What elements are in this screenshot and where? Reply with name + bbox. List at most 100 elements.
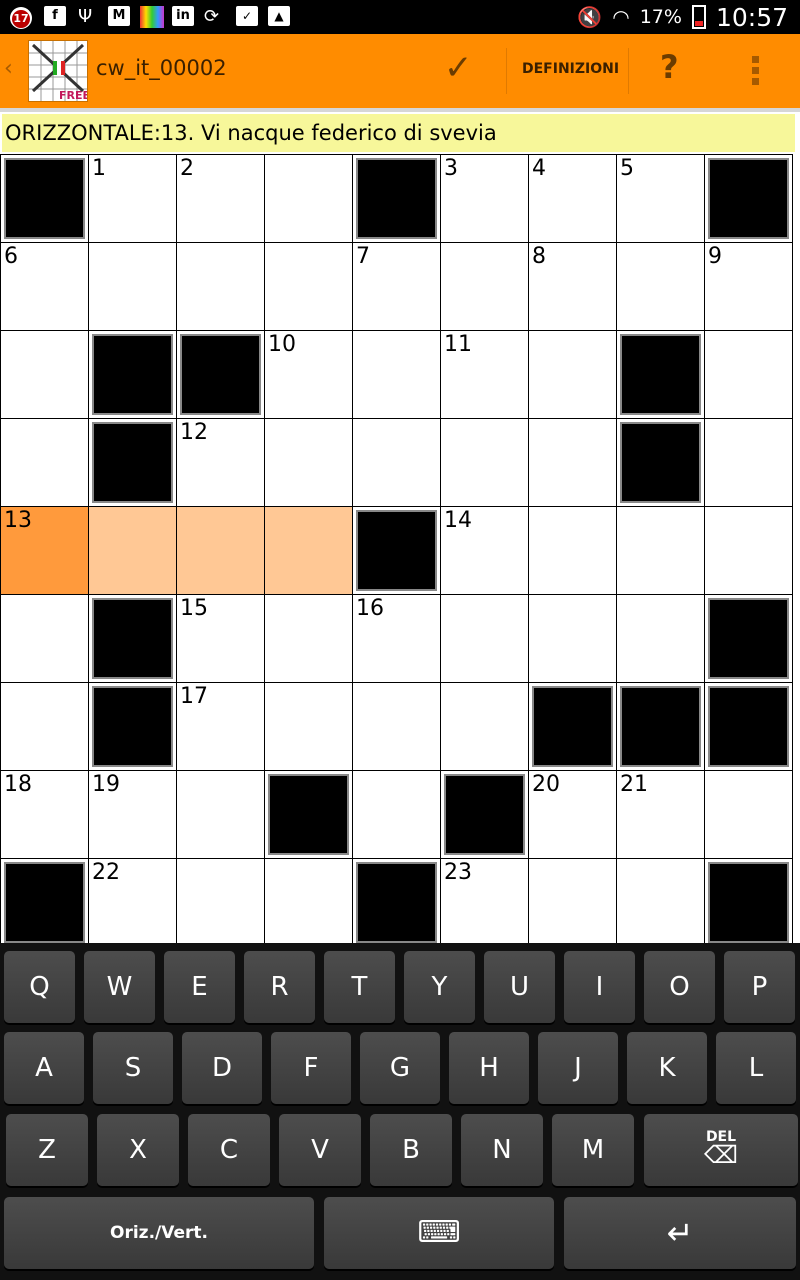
grid-cell[interactable] <box>264 594 353 683</box>
enter-key[interactable]: ↵ <box>564 1197 796 1269</box>
grid-cell[interactable]: 10 <box>264 330 353 419</box>
grid-cell[interactable] <box>528 594 617 683</box>
grid-cell-highlighted[interactable] <box>88 506 177 595</box>
grid-cell[interactable] <box>264 154 353 243</box>
grid-cell[interactable] <box>264 682 353 771</box>
grid-cell[interactable]: 3 <box>440 154 529 243</box>
grid-cell-highlighted[interactable] <box>264 506 353 595</box>
notification-badge-icon: 17 <box>10 7 32 29</box>
grid-cell[interactable] <box>440 418 529 507</box>
grid-cell[interactable] <box>352 418 441 507</box>
grid-cell[interactable] <box>704 770 793 859</box>
grid-cell[interactable] <box>176 770 265 859</box>
key-c[interactable]: C <box>188 1114 270 1186</box>
app-logo[interactable]: FREE <box>28 40 90 102</box>
key-m[interactable]: M <box>552 1114 634 1186</box>
key-q[interactable]: Q <box>4 951 75 1023</box>
grid-cell[interactable] <box>176 858 265 944</box>
grid-cell[interactable] <box>352 330 441 419</box>
key-d[interactable]: D <box>182 1032 262 1104</box>
grid-cell[interactable]: 16 <box>352 594 441 683</box>
grid-cell[interactable] <box>176 242 265 331</box>
key-y[interactable]: Y <box>404 951 475 1023</box>
key-a[interactable]: A <box>4 1032 84 1104</box>
grid-cell[interactable] <box>264 242 353 331</box>
grid-cell[interactable] <box>0 682 89 771</box>
grid-cell[interactable]: 2 <box>176 154 265 243</box>
clue-number: 14 <box>444 508 472 533</box>
key-j[interactable]: J <box>538 1032 618 1104</box>
definitions-button[interactable]: DEFINIZIONI <box>522 61 619 77</box>
grid-cell[interactable] <box>528 506 617 595</box>
key-g[interactable]: G <box>360 1032 440 1104</box>
grid-cell[interactable]: 14 <box>440 506 529 595</box>
hide-keyboard-icon[interactable]: ⌨ <box>324 1197 554 1269</box>
grid-cell[interactable] <box>352 770 441 859</box>
grid-cell[interactable]: 6 <box>0 242 89 331</box>
grid-cell[interactable]: 17 <box>176 682 265 771</box>
grid-cell[interactable]: 9 <box>704 242 793 331</box>
grid-cell[interactable]: 15 <box>176 594 265 683</box>
grid-cell-current[interactable]: 13 <box>0 506 89 595</box>
key-x[interactable]: X <box>97 1114 179 1186</box>
check-icon[interactable]: ✓ <box>444 48 482 88</box>
grid-cell[interactable] <box>0 330 89 419</box>
grid-cell[interactable]: 19 <box>88 770 177 859</box>
key-l[interactable]: L <box>716 1032 796 1104</box>
key-p[interactable]: P <box>724 951 795 1023</box>
grid-cell[interactable] <box>88 242 177 331</box>
grid-cell[interactable] <box>616 242 705 331</box>
grid-cell[interactable]: 23 <box>440 858 529 944</box>
delete-key[interactable]: DEL ⌫ <box>644 1114 798 1186</box>
key-s[interactable]: S <box>93 1032 173 1104</box>
grid-cell[interactable]: 4 <box>528 154 617 243</box>
key-k[interactable]: K <box>627 1032 707 1104</box>
grid-cell[interactable]: 22 <box>88 858 177 944</box>
grid-cell[interactable]: 21 <box>616 770 705 859</box>
grid-cell[interactable] <box>0 418 89 507</box>
key-u[interactable]: U <box>484 951 555 1023</box>
grid-cell[interactable]: 8 <box>528 242 617 331</box>
grid-cell[interactable] <box>528 858 617 944</box>
key-h[interactable]: H <box>449 1032 529 1104</box>
grid-cell[interactable]: 1 <box>88 154 177 243</box>
grid-cell[interactable]: 5 <box>616 154 705 243</box>
grid-cell[interactable] <box>0 594 89 683</box>
grid-cell[interactable]: 11 <box>440 330 529 419</box>
key-r[interactable]: R <box>244 951 315 1023</box>
key-b[interactable]: B <box>370 1114 452 1186</box>
back-chevron-icon[interactable]: ‹ <box>4 56 13 81</box>
grid-cell[interactable] <box>704 506 793 595</box>
help-icon[interactable]: ? <box>660 48 679 86</box>
grid-cell[interactable] <box>528 330 617 419</box>
key-e[interactable]: E <box>164 951 235 1023</box>
orientation-toggle-key[interactable]: Oriz./Vert. <box>4 1197 314 1269</box>
overflow-menu-icon[interactable] <box>752 56 762 89</box>
grid-cell[interactable] <box>264 858 353 944</box>
grid-cell[interactable] <box>616 506 705 595</box>
grid-cell[interactable] <box>528 418 617 507</box>
grid-cell[interactable] <box>704 330 793 419</box>
key-t[interactable]: T <box>324 951 395 1023</box>
grid-cell[interactable] <box>616 858 705 944</box>
grid-cell[interactable] <box>704 418 793 507</box>
grid-cell[interactable]: 12 <box>176 418 265 507</box>
key-f[interactable]: F <box>271 1032 351 1104</box>
key-o[interactable]: O <box>644 951 715 1023</box>
key-n[interactable]: N <box>461 1114 543 1186</box>
grid-cell[interactable] <box>352 682 441 771</box>
key-w[interactable]: W <box>84 951 155 1023</box>
grid-cell[interactable] <box>616 594 705 683</box>
grid-cell[interactable] <box>440 242 529 331</box>
grid-cell[interactable]: 18 <box>0 770 89 859</box>
grid-cell[interactable] <box>440 682 529 771</box>
grid-cell[interactable]: 20 <box>528 770 617 859</box>
crossword-grid[interactable]: 1 2 3 4 5 6 7 8 9 10 11 12 13 14 15 16 17 18 19 20 21 22 23 <box>0 154 800 944</box>
key-z[interactable]: Z <box>6 1114 88 1186</box>
key-v[interactable]: V <box>279 1114 361 1186</box>
grid-cell[interactable]: 7 <box>352 242 441 331</box>
grid-cell[interactable] <box>264 418 353 507</box>
grid-cell[interactable] <box>440 594 529 683</box>
grid-cell-highlighted[interactable] <box>176 506 265 595</box>
key-i[interactable]: I <box>564 951 635 1023</box>
